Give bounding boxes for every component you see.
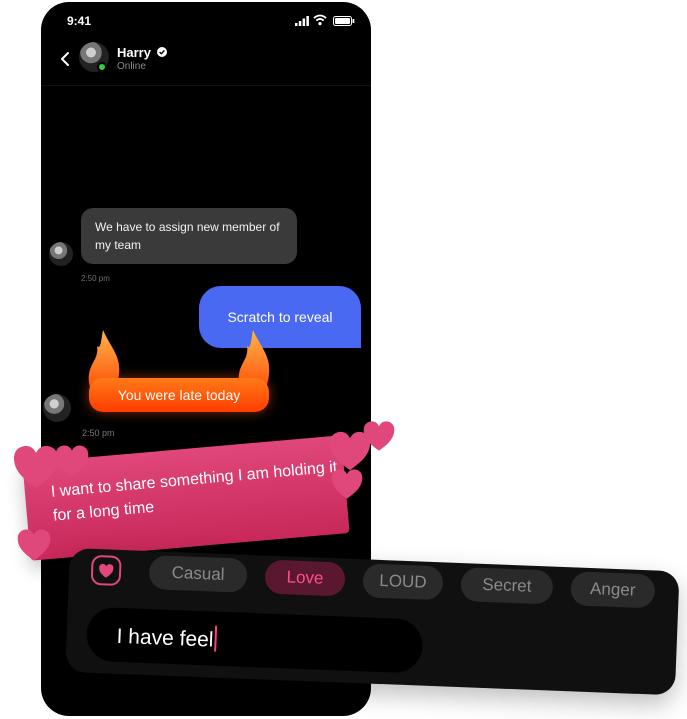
love-note-text: I want to share something I am holding i… <box>50 458 338 525</box>
message-input[interactable]: I have feel <box>85 606 424 674</box>
emotion-chip-anger[interactable]: Anger <box>570 571 656 609</box>
emotion-chip-secret[interactable]: Secret <box>460 567 554 605</box>
emotion-toggle-button[interactable] <box>90 554 122 586</box>
heart-icon <box>99 563 114 578</box>
emotion-composer: Casual Love LOUD Secret Anger I have fee… <box>65 548 680 696</box>
sender-avatar <box>43 394 71 422</box>
verified-badge-icon <box>157 47 167 57</box>
status-bar: 9:41 <box>41 2 371 42</box>
online-indicator <box>97 62 107 72</box>
message-input-value: I have feel <box>116 622 218 653</box>
text-caret <box>214 625 218 652</box>
emotion-chip-casual[interactable]: Casual <box>148 555 248 593</box>
wifi-icon <box>313 14 327 26</box>
contact-status: Online <box>117 61 146 72</box>
status-time: 9:41 <box>67 14 92 28</box>
sender-avatar <box>49 242 73 266</box>
chat-header: Harry Online <box>41 42 371 86</box>
received-message[interactable]: We have to assign new member of my team <box>81 208 297 264</box>
heart-icon <box>17 529 51 561</box>
fire-message[interactable]: You were late today <box>81 328 281 416</box>
emotion-chip-loud[interactable]: LOUD <box>362 563 444 601</box>
signal-icon <box>295 16 309 26</box>
emotion-chip-love[interactable]: Love <box>264 559 346 597</box>
heart-icon <box>363 421 395 451</box>
contact-name[interactable]: Harry <box>117 45 151 60</box>
heart-icon <box>331 469 363 499</box>
fire-message-bubble[interactable]: You were late today <box>89 378 269 412</box>
message-time: 2:50 pm <box>82 428 115 438</box>
heart-icon <box>55 445 89 477</box>
heart-icon <box>14 446 58 488</box>
back-arrow-icon[interactable] <box>55 48 77 70</box>
message-time: 2:50 pm <box>81 274 110 283</box>
battery-icon <box>333 16 355 26</box>
